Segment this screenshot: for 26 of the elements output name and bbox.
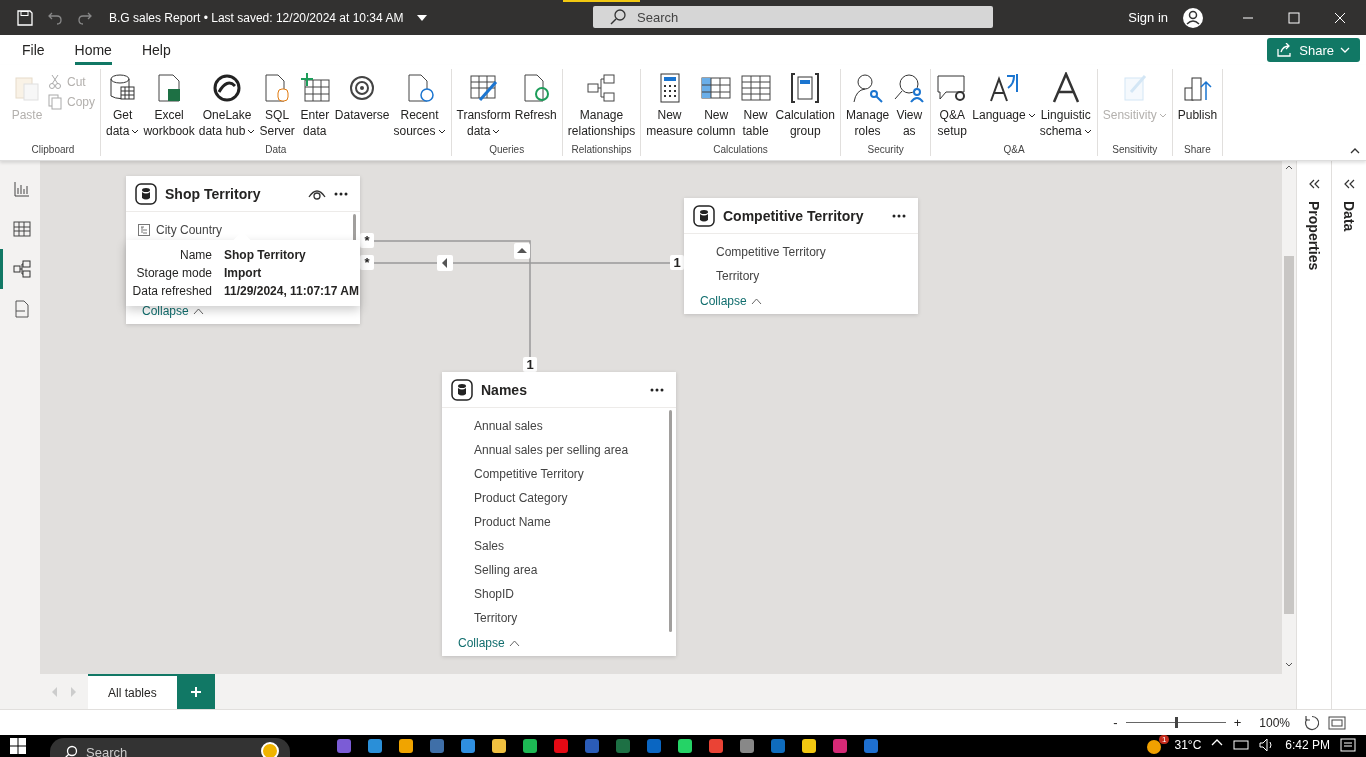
- notification-badge: 1: [1159, 735, 1170, 744]
- cardinality-label: 1: [523, 357, 537, 372]
- group-label: Data: [265, 144, 287, 156]
- group-label: Q&A: [1003, 144, 1025, 156]
- clock-time: 6:42 PM: [1285, 738, 1330, 752]
- tooltip-value: Import: [224, 265, 262, 282]
- table-name: Competitive Territory: [723, 208, 865, 224]
- cardinality-label: *: [360, 233, 374, 248]
- group-label: Clipboard: [31, 144, 75, 156]
- tooltip-value: 11/29/2024, 11:07:17 AM: [224, 283, 359, 300]
- tooltip-label: Data refreshed: [131, 283, 212, 300]
- cardinality-label: *: [360, 255, 374, 270]
- table-name: Shop Territory: [165, 186, 262, 202]
- group-label: Security: [867, 144, 904, 156]
- group-label: Calculations: [713, 144, 768, 156]
- table-name: Names: [481, 382, 528, 398]
- tooltip-label: Name: [179, 247, 212, 264]
- group-label: Sensitivity: [1112, 144, 1158, 156]
- cardinality-label: 1: [670, 255, 684, 270]
- tooltip-label: Storage mode: [135, 265, 212, 282]
- zoom-reading: 100%: [1259, 715, 1290, 730]
- tooltip-value: Shop Territory: [224, 247, 306, 264]
- group-label: Relationships: [571, 144, 632, 156]
- temperature-text: 31°C: [1174, 738, 1202, 752]
- group-label: Queries: [489, 144, 525, 156]
- group-label: Share: [1184, 144, 1211, 156]
